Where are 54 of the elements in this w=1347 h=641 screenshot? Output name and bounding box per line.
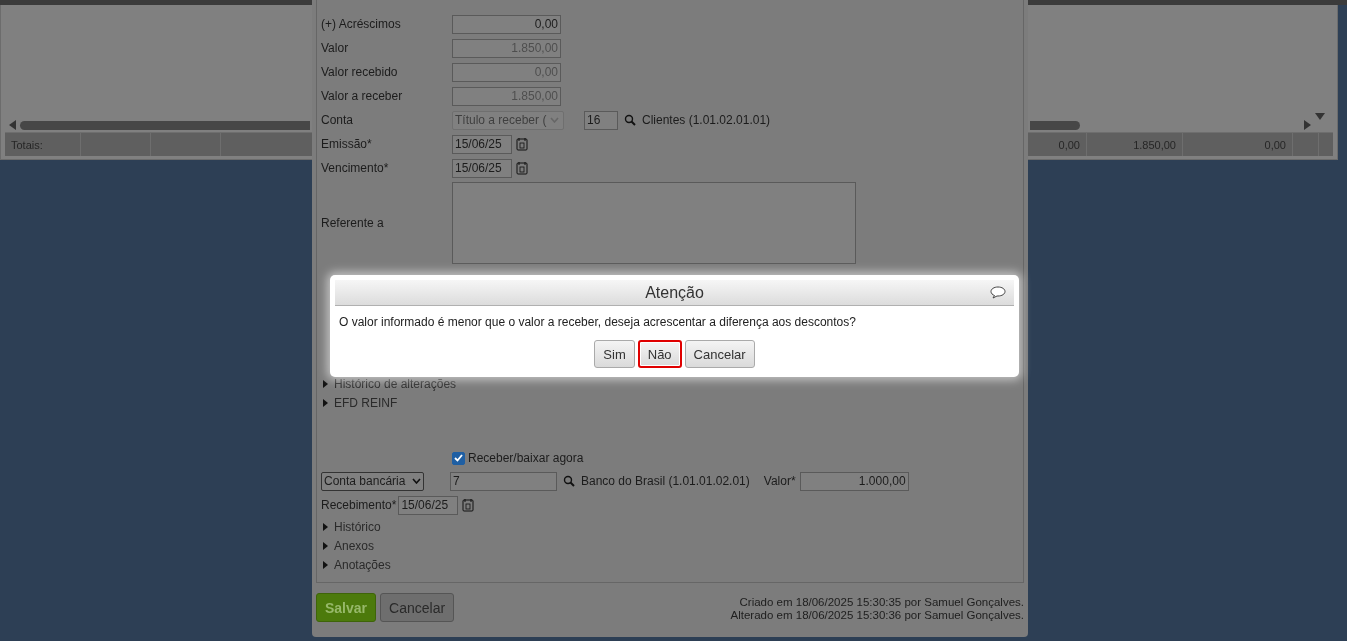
field-label: Valor* (763, 474, 796, 488)
expand-arrow-icon[interactable] (323, 560, 329, 569)
expand-arrow-icon[interactable] (323, 379, 329, 388)
calendar-icon[interactable] (462, 498, 475, 512)
scrollbar-thumb[interactable] (20, 120, 310, 130)
save-button[interactable]: Salvar (316, 593, 377, 622)
section-toggle[interactable]: Histórico (334, 519, 381, 534)
field-label: Recebimento* (321, 498, 397, 512)
expand-arrow-icon[interactable] (323, 541, 329, 550)
scrollbar-thumb-end[interactable] (1030, 120, 1080, 130)
field-label: Valor (321, 41, 350, 55)
date-field[interactable]: 15/06/25 (452, 158, 512, 178)
field-label: Emissão* (321, 137, 373, 151)
dialog-button[interactable]: Sim (594, 340, 635, 368)
field-label: Vencimento* (321, 161, 390, 175)
chevron-down-icon[interactable] (412, 478, 421, 484)
search-icon[interactable] (624, 114, 636, 126)
dialog-button[interactable]: Não (637, 340, 682, 368)
calendar-icon[interactable] (516, 161, 528, 175)
date-field[interactable]: 15/06/25 (398, 495, 459, 515)
scroll-down-arrow-icon[interactable] (1315, 113, 1325, 120)
expand-arrow-icon[interactable] (323, 522, 329, 531)
field-label: Referente a (321, 216, 385, 230)
date-field[interactable]: 15/06/25 (452, 134, 512, 154)
audit-text: Alterado em 18/06/2025 15:30:36 por Samuel Gonçalves. (730, 609, 1024, 622)
field-label: Valor recebido (321, 65, 399, 79)
dialog-title: Atenção (645, 283, 704, 302)
dialog-message: O valor informado é menor que o valor a receber, deseja acrescentar a diferença aos descontos? (339, 315, 857, 329)
totals-label: Totais: (5, 133, 81, 156)
account-name: Clientes (1.01.02.01.01) (642, 113, 771, 127)
scroll-left-arrow-icon[interactable] (9, 120, 16, 130)
speech-bubble-icon[interactable] (990, 286, 1006, 299)
account-code-field[interactable]: 7 (450, 471, 557, 491)
amount-field[interactable]: 1.000,00 (799, 471, 909, 491)
field-label: Valor a receber (321, 89, 404, 103)
checkbox[interactable] (452, 451, 465, 465)
checkbox-label[interactable]: Receber/baixar agora (468, 451, 584, 465)
account-name: Banco do Brasil (1.01.01.02.01) (581, 474, 750, 488)
calendar-icon[interactable] (516, 137, 528, 151)
audit-text: Criado em 18/06/2025 15:30:35 por Samuel Gonçalves. (738, 596, 1024, 609)
section-toggle[interactable]: Anotações (334, 557, 391, 572)
field-label: (+) Acréscimos (321, 17, 402, 31)
section-toggle[interactable]: EFD REINF (334, 395, 398, 410)
expand-arrow-icon[interactable] (323, 398, 329, 407)
search-icon[interactable] (563, 475, 575, 487)
scroll-right-arrow-icon[interactable] (1304, 120, 1311, 130)
dialog-button[interactable]: Cancelar (684, 340, 755, 368)
field-label: Conta (321, 113, 355, 127)
section-toggle[interactable]: Histórico de alterações (334, 376, 457, 391)
section-toggle[interactable]: Anexos (334, 538, 375, 553)
bank-account-select[interactable]: Conta bancária (321, 471, 424, 491)
totals-cell: 1.850,00 (1087, 133, 1183, 156)
amount-field[interactable]: 0,00 (452, 14, 561, 34)
cancel-button[interactable]: Cancelar (380, 593, 455, 622)
